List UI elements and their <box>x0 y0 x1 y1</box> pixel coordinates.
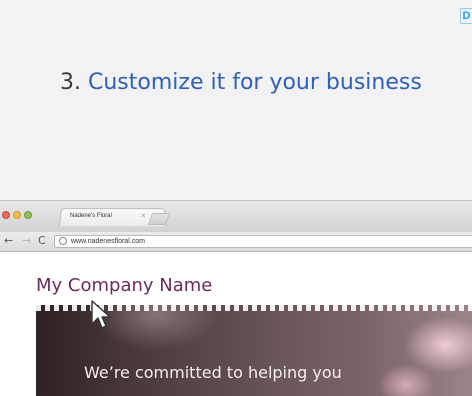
forward-arrow-icon[interactable]: → <box>22 234 31 248</box>
tab-close-icon[interactable]: × <box>141 211 146 220</box>
step-number: 3. <box>60 70 81 95</box>
address-url[interactable]: www.nadenesfloral.com <box>71 236 145 247</box>
page-info-icon[interactable] <box>59 237 67 245</box>
company-name-heading[interactable]: My Company Name <box>36 275 212 296</box>
close-window-button[interactable] <box>2 211 10 219</box>
reload-icon[interactable]: C <box>38 234 46 248</box>
tab-title: Nadene's Floral <box>70 213 112 219</box>
web-page: My Company Name We’re committed to helpi… <box>0 253 472 396</box>
tab-bar: Nadene's Floral × <box>0 200 472 232</box>
screen: D 3. Customize it for your business Nade… <box>0 0 472 396</box>
mouse-pointer-icon <box>91 300 111 329</box>
instruction-slide: D 3. Customize it for your business <box>0 0 472 200</box>
hero-tagline: We’re committed to helping you <box>84 363 342 382</box>
browser-window: Nadene's Floral × ← → C www.nadenesflora… <box>0 200 472 396</box>
back-arrow-icon[interactable]: ← <box>4 234 13 248</box>
step-heading-text: Customize it for your business <box>88 70 422 95</box>
browser-toolbar: ← → C www.nadenesfloral.com <box>0 232 472 252</box>
new-tab-button[interactable] <box>147 213 171 225</box>
minimize-window-button[interactable] <box>13 211 21 219</box>
ad-badge[interactable]: D <box>460 8 472 24</box>
slide-heading: 3. Customize it for your business <box>60 70 422 95</box>
zoom-window-button[interactable] <box>24 211 32 219</box>
